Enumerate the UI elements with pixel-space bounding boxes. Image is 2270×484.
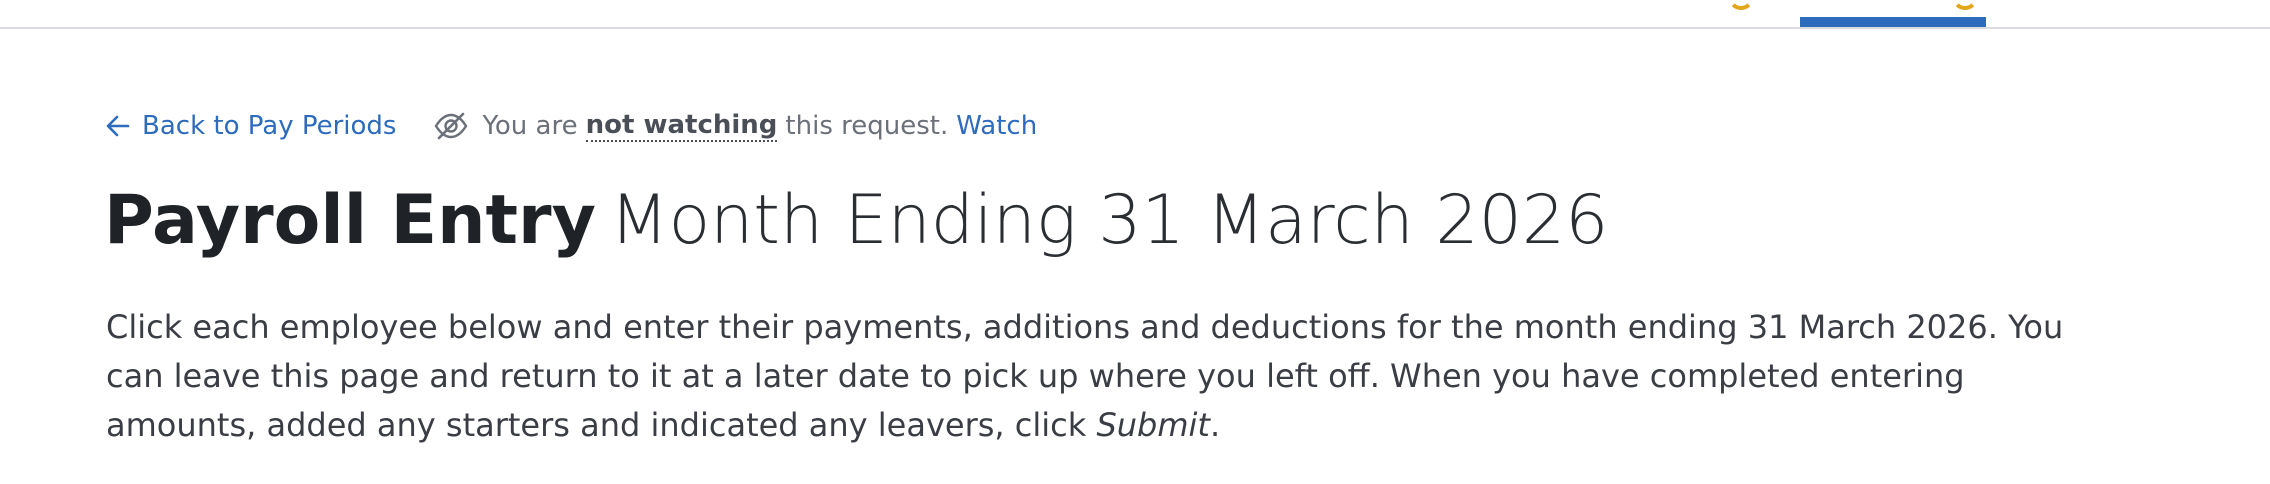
back-to-pay-periods-link[interactable]: Back to Pay Periods — [106, 111, 396, 141]
instructions-end: . — [1209, 406, 1221, 444]
back-link-label: Back to Pay Periods — [142, 111, 397, 141]
nav-indicator-dot — [1952, 0, 1978, 10]
eye-slash-icon — [435, 112, 468, 140]
instructions-text: Click each employee below and enter thei… — [106, 303, 2116, 450]
request-meta-row: Back to Pay Periods You are not watching… — [106, 105, 2186, 147]
nav-active-tab-indicator[interactable] — [1800, 17, 1986, 27]
page-title: Payroll Entry Month Ending 31 March 2026 — [104, 187, 2186, 255]
arrow-left-icon — [106, 115, 130, 137]
page-title-main: Payroll Entry — [104, 181, 596, 260]
watch-button[interactable]: Watch — [956, 111, 1037, 141]
nav-indicator-dot — [1728, 0, 1754, 10]
page-title-period: Month Ending 31 March 2026 — [609, 181, 1609, 260]
watch-status-value: not watching — [585, 110, 778, 142]
top-navigation-bar — [0, 0, 2270, 29]
submit-emphasis: Submit — [1096, 406, 1210, 444]
watch-prefix: You are — [482, 111, 578, 141]
watch-suffix: this request. — [785, 111, 949, 141]
watch-status: You are not watching this request. Watch — [434, 110, 1037, 142]
instructions-body: Click each employee below and enter thei… — [106, 308, 2064, 444]
main-content: Back to Pay Periods You are not watching… — [104, 105, 2186, 450]
